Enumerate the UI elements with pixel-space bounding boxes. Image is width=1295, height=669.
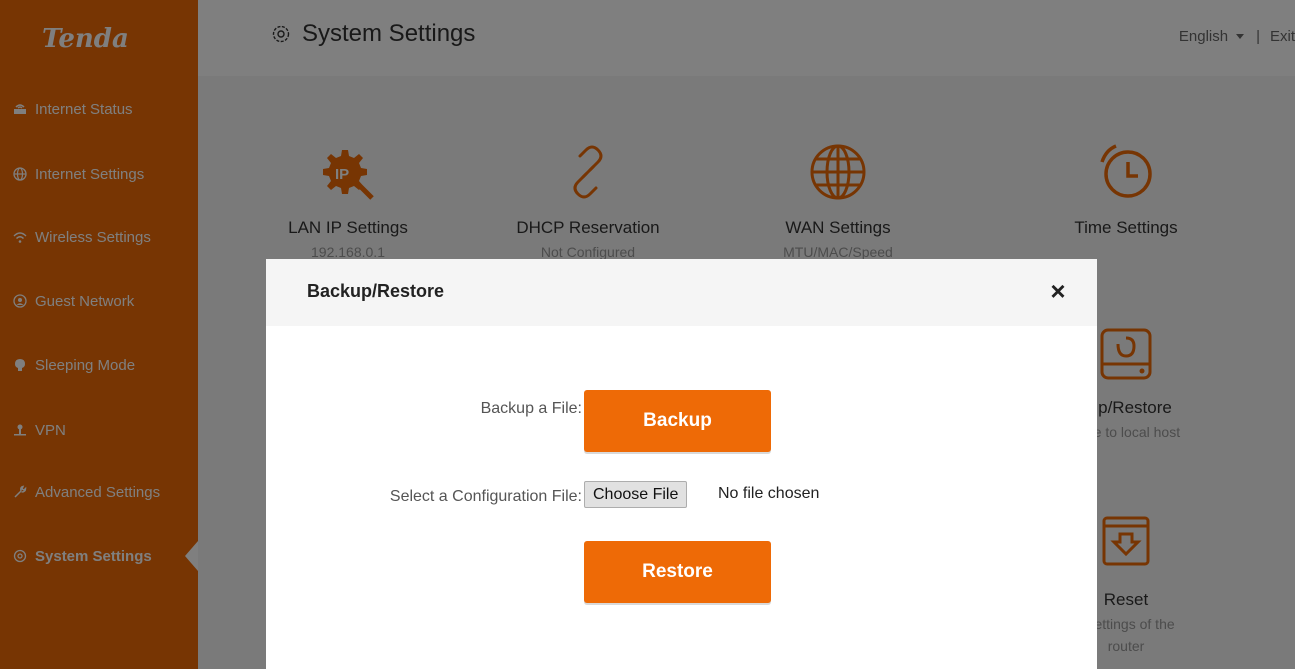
- backup-restore-dialog: Backup/Restore × Backup a File: Backup S…: [266, 259, 1097, 669]
- restore-button[interactable]: Restore: [584, 541, 771, 603]
- dialog-title: Backup/Restore: [307, 281, 445, 301]
- config-file-label: Select a Configuration File:: [389, 488, 582, 505]
- choose-file-button[interactable]: Choose File: [584, 481, 688, 508]
- close-icon[interactable]: ×: [1046, 278, 1070, 304]
- backup-button[interactable]: Backup: [584, 390, 771, 452]
- file-status-text: No file chosen: [718, 485, 820, 502]
- backup-file-label: Backup a File:: [480, 400, 582, 417]
- dialog-header: Backup/Restore ×: [266, 259, 1097, 326]
